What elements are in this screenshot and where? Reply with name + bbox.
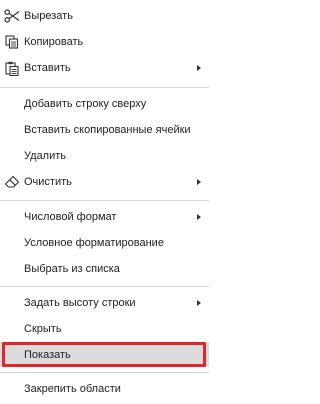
submenu-arrow-icon xyxy=(197,179,201,185)
submenu-arrow-icon xyxy=(197,65,201,71)
menu-item-label: Вставить скопированные ячейки xyxy=(24,124,191,136)
menu-item-set-row-height[interactable]: Задать высоту строки xyxy=(0,290,209,316)
menu-item-label: Показать xyxy=(24,348,71,361)
menu-separator xyxy=(0,372,209,373)
menu-item-conditional-formatting[interactable]: Условное форматирование xyxy=(0,230,209,256)
menu-item-copy[interactable]: Копировать xyxy=(0,29,209,55)
menu-separator xyxy=(0,200,209,201)
menu-item-label: Удалить xyxy=(24,150,66,162)
copy-icon xyxy=(3,33,21,51)
menu-item-label: Вставить xyxy=(24,62,71,74)
menu-item-number-format[interactable]: Числовой формат xyxy=(0,204,209,230)
menu-item-label: Задать высоту строки xyxy=(24,297,136,309)
menu-separator xyxy=(0,87,209,88)
menu-item-label: Вырезать xyxy=(24,10,73,22)
menu-item-hide[interactable]: Скрыть xyxy=(0,316,209,342)
menu-item-insert-row-above[interactable]: Добавить строку сверху xyxy=(0,91,209,117)
menu-item-insert-copied-cells[interactable]: Вставить скопированные ячейки xyxy=(0,117,209,143)
eraser-icon xyxy=(3,173,21,191)
menu-item-paste[interactable]: Вставить xyxy=(0,55,209,81)
menu-item-label: Скрыть xyxy=(24,323,62,335)
menu-item-label: Числовой формат xyxy=(24,211,117,223)
menu-item-delete[interactable]: Удалить xyxy=(0,143,209,169)
menu-item-show[interactable]: Показать xyxy=(0,342,209,367)
menu-item-pick-from-list[interactable]: Выбрать из списка xyxy=(0,256,209,282)
menu-item-label: Копировать xyxy=(24,36,84,48)
menu-item-clear[interactable]: Очистить xyxy=(0,169,209,195)
menu-item-cut[interactable]: Вырезать xyxy=(0,3,209,29)
menu-item-label: Добавить строку сверху xyxy=(24,98,147,110)
menu-item-label: Закрепить области xyxy=(24,383,121,395)
context-menu: Вырезать Копировать Вставить Добавить ст… xyxy=(0,0,209,404)
submenu-arrow-icon xyxy=(197,300,201,306)
menu-separator xyxy=(0,286,209,287)
menu-item-label: Условное форматирование xyxy=(24,237,164,249)
menu-item-label: Очистить xyxy=(24,176,72,188)
menu-item-freeze-panes[interactable]: Закрепить области xyxy=(0,376,209,402)
scissors-icon xyxy=(3,7,21,25)
paste-icon xyxy=(3,59,21,77)
menu-item-label: Выбрать из списка xyxy=(24,263,120,275)
submenu-arrow-icon xyxy=(197,214,201,220)
